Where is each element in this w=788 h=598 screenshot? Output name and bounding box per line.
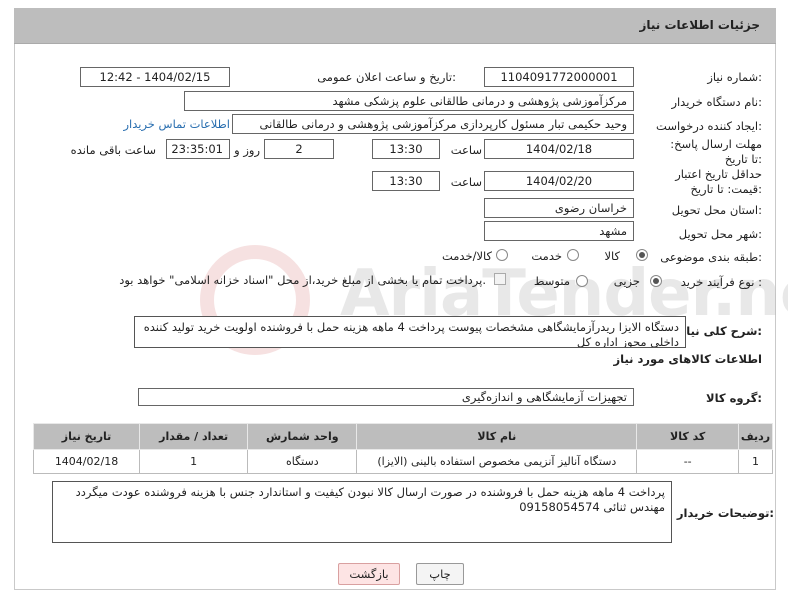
reply-deadline-label: مهلت ارسال پاسخ: تا تاریخ: [670,137,762,166]
col-code-header: کد کالا [636,423,740,450]
days-label: روز و [234,143,260,157]
announce-label: تاریخ و ساعت اعلان عمومی: [317,70,456,84]
print-button[interactable]: چاپ [416,563,464,585]
creator-field: وحید حکیمی تبار مسئول کارپردازی مرکزآموز… [232,114,634,134]
goods-group-label: گروه کالا: [706,391,762,405]
description-textarea[interactable]: دستگاه الایزا ریدرآزمایشگاهی مشخصات پیوس… [134,316,686,348]
buyer-notes-label: توضیحات خریدار: [676,506,774,520]
treasury-payment-note: پرداخت تمام یا بخشی از مبلغ خرید،از محل … [119,273,486,287]
category-both-label: کالا/خدمت [441,249,492,263]
province-label: استان محل تحویل: [671,203,762,217]
category-service-radio[interactable] [567,249,579,261]
need-number-field: 1104091772000001 [484,67,634,87]
category-both-radio[interactable] [496,249,508,261]
cell-code: -- [636,449,740,474]
category-goods-radio[interactable] [636,249,648,261]
cell-date: 1404/02/18 [32,449,141,474]
process-label: نوع فرآیند خرید : [680,275,762,289]
description-label: شرح کلی نیاز: [679,324,762,338]
remaining-time-field: 23:35:01 [166,139,230,159]
province-field: خراسان رضوی [484,198,634,218]
col-date-header: تاریخ نیاز [32,423,141,450]
category-service-label: خدمت [531,249,562,263]
process-minor-radio[interactable] [650,275,662,287]
title-bar: جزئیات اطلاعات نیاز [14,8,776,44]
col-unit-header: واحد شمارش [247,423,358,450]
contact-info-link[interactable]: اطلاعات تماس خریدار [123,117,230,131]
price-validity-label: حداقل تاریخ اعتبار قیمت: تا تاریخ: [675,167,762,196]
goods-info-title: اطلاعات کالاهای مورد نیاز [613,352,762,366]
process-medium-radio[interactable] [576,275,588,287]
reply-time-label: ساعت [450,143,482,157]
cell-qty: 1 [139,449,249,474]
remaining-label: ساعت باقی مانده [70,143,156,157]
process-medium-label: متوسط [533,274,570,288]
reply-date-field: 1404/02/18 [484,139,634,159]
price-time-label: ساعت [450,175,482,189]
announce-field: 1404/02/15 - 12:42 [80,67,230,87]
days-field: 2 [264,139,334,159]
back-button[interactable]: بازگشت [338,563,400,585]
category-goods-label: کالا [604,249,620,263]
table-row: 1 -- دستگاه آنالیز آنزیمی مخصوص استفاده … [32,449,773,474]
treasury-payment-checkbox[interactable] [494,273,506,285]
page-title: جزئیات اطلاعات نیاز [639,18,760,32]
reply-time-field: 13:30 [372,139,440,159]
cell-name: دستگاه آنالیز آنزیمی مخصوص استفاده بالین… [356,449,638,474]
price-date-field: 1404/02/20 [484,171,634,191]
city-field: مشهد [484,221,634,241]
need-number-label: شماره نیاز: [707,70,762,84]
buyer-notes-textarea[interactable]: پرداخت 4 ماهه هزینه حمل با فروشنده در صو… [52,481,672,543]
cell-unit: دستگاه [247,449,358,474]
goods-group-field: تجهیزات آزمایشگاهی و اندازه‌گیری [138,388,634,406]
col-qty-header: تعداد / مقدار [139,423,249,450]
creator-label: ایجاد کننده درخواست: [656,119,762,133]
buyer-org-label: نام دستگاه خریدار: [671,95,762,109]
items-table: ردیف کد کالا نام کالا واحد شمارش تعداد /… [32,423,773,474]
col-name-header: نام کالا [356,423,638,450]
col-row-header: ردیف [738,423,773,450]
city-label: شهر محل تحویل: [678,227,762,241]
category-label: طبقه بندی موضوعی: [660,250,762,264]
buyer-org-field: مرکزآموزشی پژوهشی و درمانی طالقانی علوم … [184,91,634,111]
process-minor-label: جزیی [613,274,640,288]
cell-row: 1 [738,449,773,474]
table-header-row: ردیف کد کالا نام کالا واحد شمارش تعداد /… [32,423,773,450]
price-time-field: 13:30 [372,171,440,191]
